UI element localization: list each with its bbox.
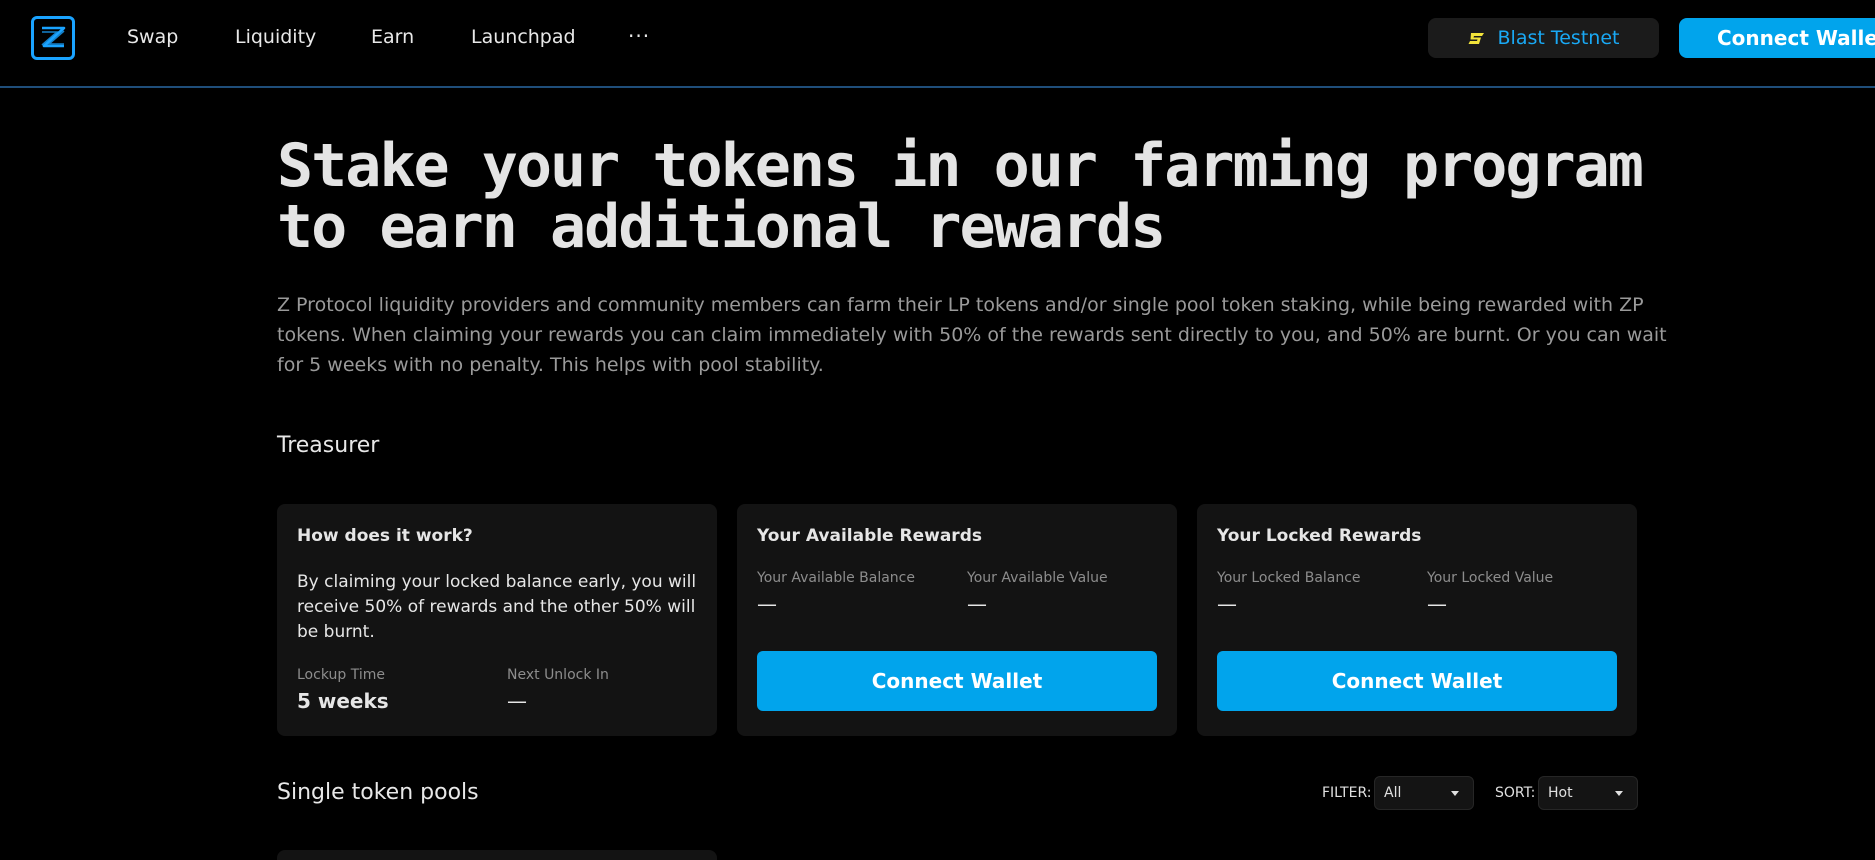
treasurer-section-title: Treasurer bbox=[277, 433, 380, 458]
blast-icon bbox=[1468, 31, 1486, 45]
locked-balance-value: — bbox=[1217, 592, 1237, 616]
filter-label: FILTER: bbox=[1322, 785, 1372, 801]
how-it-works-text: By claiming your locked balance early, y… bbox=[297, 572, 697, 642]
lockup-time-value: 5 weeks bbox=[297, 689, 389, 713]
locked-value-label: Your Locked Value bbox=[1427, 570, 1554, 586]
available-connect-wallet-button[interactable]: Connect Wallet bbox=[757, 651, 1157, 711]
chevron-down-icon bbox=[1451, 791, 1459, 796]
how-it-works-card: How does it work? By claiming your locke… bbox=[277, 504, 717, 736]
sort-value: Hot bbox=[1548, 785, 1573, 801]
available-value-value: — bbox=[967, 592, 987, 616]
nav-link-liquidity[interactable]: Liquidity bbox=[235, 26, 316, 48]
nav-link-launchpad[interactable]: Launchpad bbox=[471, 26, 576, 48]
chevron-down-icon bbox=[1615, 791, 1623, 796]
available-rewards-title: Your Available Rewards bbox=[757, 526, 982, 546]
network-label: Blast Testnet bbox=[1497, 27, 1620, 49]
filter-select[interactable]: All bbox=[1374, 776, 1474, 810]
next-unlock-label: Next Unlock In bbox=[507, 667, 609, 683]
top-navigation: Swap Liquidity Earn Launchpad ··· Blast … bbox=[0, 0, 1875, 88]
how-it-works-title: How does it work? bbox=[297, 526, 473, 546]
z-protocol-logo-icon[interactable] bbox=[31, 16, 75, 60]
single-token-pools-title: Single token pools bbox=[277, 780, 479, 805]
locked-rewards-title: Your Locked Rewards bbox=[1217, 526, 1422, 546]
page-description: Z Protocol liquidity providers and commu… bbox=[277, 294, 1667, 376]
nav-link-earn[interactable]: Earn bbox=[371, 26, 414, 48]
pool-card[interactable] bbox=[277, 850, 717, 860]
next-unlock-value: — bbox=[507, 689, 527, 713]
more-menu-icon[interactable]: ··· bbox=[628, 24, 650, 48]
sort-label: SORT: bbox=[1495, 785, 1536, 801]
available-balance-value: — bbox=[757, 592, 777, 616]
available-balance-label: Your Available Balance bbox=[757, 570, 915, 586]
sort-select[interactable]: Hot bbox=[1538, 776, 1638, 810]
available-rewards-card: Your Available Rewards Your Available Ba… bbox=[737, 504, 1177, 736]
network-selector-button[interactable]: Blast Testnet bbox=[1428, 18, 1659, 58]
locked-rewards-card: Your Locked Rewards Your Locked Balance … bbox=[1197, 504, 1637, 736]
page-title: Stake your tokens in our farming program… bbox=[277, 131, 1644, 262]
filter-value: All bbox=[1384, 785, 1402, 801]
available-value-label: Your Available Value bbox=[967, 570, 1108, 586]
locked-balance-label: Your Locked Balance bbox=[1217, 570, 1361, 586]
connect-wallet-button[interactable]: Connect Wallet bbox=[1679, 18, 1875, 58]
nav-link-swap[interactable]: Swap bbox=[127, 26, 178, 48]
locked-value-value: — bbox=[1427, 592, 1447, 616]
lockup-time-label: Lockup Time bbox=[297, 667, 385, 683]
locked-connect-wallet-button[interactable]: Connect Wallet bbox=[1217, 651, 1617, 711]
